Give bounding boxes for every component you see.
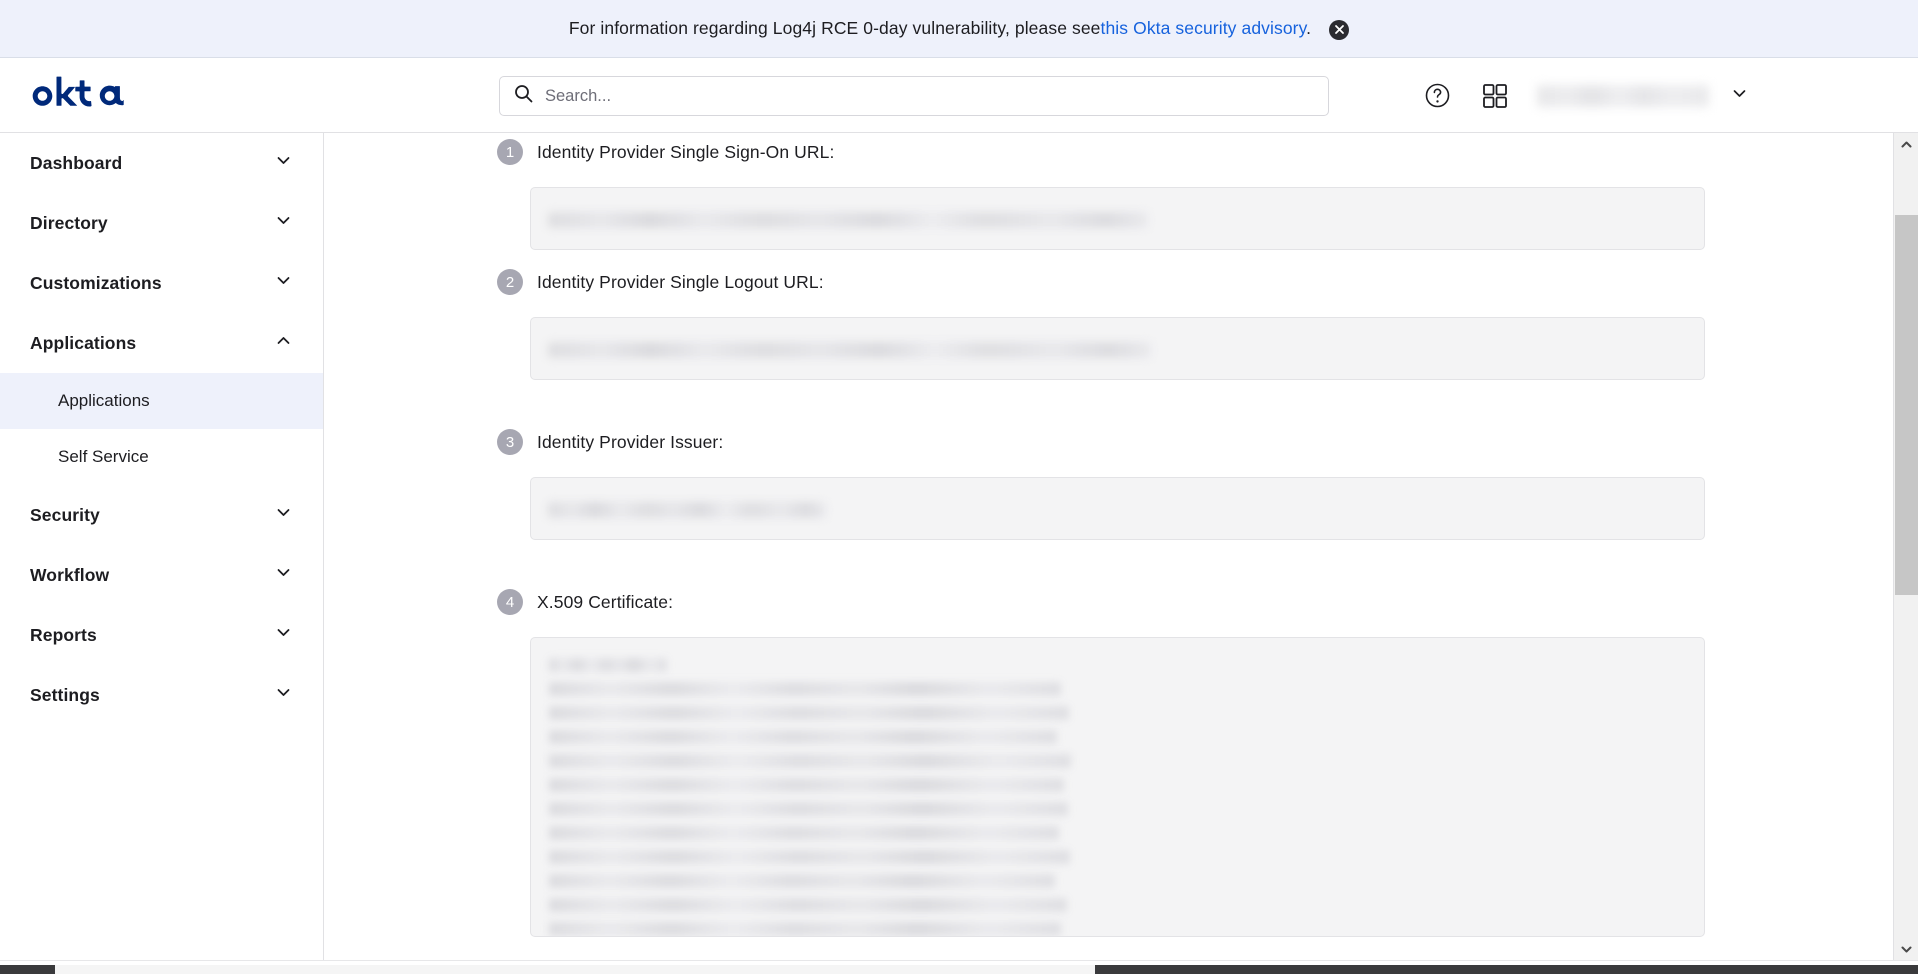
redacted-cert-line (549, 826, 1059, 840)
sidebar-item-reports[interactable]: Reports (0, 605, 323, 665)
field-identity-provider-slo-url: 2 Identity Provider Single Logout URL: (325, 269, 1893, 380)
redacted-cert-line (549, 778, 1064, 792)
banner-text-before: For information regarding Log4j RCE 0-da… (568, 18, 1101, 38)
redacted-cert-line (549, 730, 1057, 744)
sidebar-item-label: Customizations (30, 272, 162, 293)
redacted-cert-line (549, 898, 1067, 912)
field-value-readonly[interactable] (530, 477, 1705, 540)
sidebar-item-applications-sub[interactable]: Applications (0, 373, 323, 429)
redacted-cert-line (549, 802, 1068, 816)
scroll-thumb[interactable] (1895, 215, 1918, 595)
field-label: Identity Provider Issuer: (537, 431, 724, 452)
field-label-row: 3 Identity Provider Issuer: (325, 429, 1893, 455)
sidebar-navigation: Dashboard Directory Customizations Appli… (0, 133, 324, 974)
chevron-down-icon (274, 683, 293, 707)
sidebar-item-dashboard[interactable]: Dashboard (0, 133, 323, 193)
field-x509-certificate: 4 X.509 Certificate: (325, 589, 1893, 937)
user-menu[interactable] (1537, 84, 1748, 107)
banner-text-after: . (1306, 18, 1312, 38)
user-name-redacted (1537, 84, 1709, 107)
sidebar-item-label: Security (30, 504, 100, 525)
help-circle-icon[interactable] (1421, 80, 1453, 112)
step-number-badge: 2 (497, 269, 523, 295)
grid-apps-icon[interactable] (1479, 80, 1511, 112)
redacted-cert-line (549, 682, 1061, 696)
redacted-value (548, 502, 826, 518)
header-actions (1421, 58, 1748, 133)
field-label-row: 4 X.509 Certificate: (325, 589, 1893, 615)
app-header (0, 58, 1918, 133)
sidebar-item-self-service[interactable]: Self Service (0, 429, 323, 485)
scroll-up-arrow-icon[interactable] (1894, 133, 1918, 155)
sidebar-item-label: Applications (30, 332, 137, 353)
step-number-badge: 4 (497, 589, 523, 615)
sidebar-item-workflow[interactable]: Workflow (0, 545, 323, 605)
sidebar-item-label: Settings (30, 684, 100, 705)
field-value-readonly[interactable] (530, 317, 1705, 380)
redacted-cert-line (549, 754, 1071, 768)
step-number-badge: 1 (497, 139, 523, 165)
scroll-thumb[interactable] (55, 965, 1095, 974)
chevron-down-icon (274, 271, 293, 295)
redacted-cert-line (549, 922, 1061, 936)
redacted-cert-line (549, 706, 1069, 720)
okta-security-advisory-link[interactable]: this Okta security advisory (1101, 18, 1307, 38)
redacted-value (548, 212, 1148, 228)
redacted-value (548, 342, 1151, 358)
close-icon[interactable] (1329, 19, 1350, 40)
vertical-scrollbar[interactable] (1893, 133, 1918, 960)
field-value-readonly[interactable] (530, 187, 1705, 250)
chevron-down-icon (274, 503, 293, 527)
redacted-cert-line (549, 850, 1070, 864)
okta-logo[interactable] (28, 76, 133, 116)
redacted-cert-line (549, 874, 1055, 888)
field-label-row: 1 Identity Provider Single Sign-On URL: (325, 139, 1893, 165)
sidebar-subitem-label: Applications (58, 391, 150, 410)
step-number-badge: 3 (497, 429, 523, 455)
chevron-down-icon (274, 623, 293, 647)
chevron-down-icon (1731, 85, 1748, 107)
field-label-row: 2 Identity Provider Single Logout URL: (325, 269, 1893, 295)
field-label: X.509 Certificate: (537, 591, 674, 612)
field-identity-provider-issuer: 3 Identity Provider Issuer: (325, 429, 1893, 540)
chevron-down-icon (274, 211, 293, 235)
field-label: Identity Provider Single Logout URL: (537, 271, 824, 292)
scroll-down-arrow-icon[interactable] (1894, 938, 1918, 960)
sidebar-item-label: Directory (30, 212, 108, 233)
sidebar-item-label: Dashboard (30, 152, 123, 173)
sidebar-item-label: Workflow (30, 564, 110, 585)
saml-setup-instructions-panel: 1 Identity Provider Single Sign-On URL: … (325, 133, 1893, 960)
field-label: Identity Provider Single Sign-On URL: (537, 141, 835, 162)
sidebar-item-applications[interactable]: Applications (0, 313, 323, 373)
search-input[interactable] (545, 77, 1314, 115)
search-icon (514, 84, 533, 108)
global-search[interactable] (499, 76, 1329, 116)
redacted-cert-line (549, 658, 667, 672)
sidebar-item-customizations[interactable]: Customizations (0, 253, 323, 313)
certificate-value-readonly[interactable] (530, 637, 1705, 937)
sidebar-subitem-label: Self Service (58, 447, 149, 466)
chevron-down-icon (274, 563, 293, 587)
horizontal-scrollbar[interactable] (0, 960, 1918, 974)
sidebar-item-settings[interactable]: Settings (0, 665, 323, 725)
chevron-up-icon (274, 331, 293, 355)
sidebar-item-security[interactable]: Security (0, 485, 323, 545)
security-advisory-banner: For information regarding Log4j RCE 0-da… (0, 0, 1918, 58)
sidebar-item-directory[interactable]: Directory (0, 193, 323, 253)
field-identity-provider-sso-url: 1 Identity Provider Single Sign-On URL: (325, 139, 1893, 250)
chevron-down-icon (274, 151, 293, 175)
banner-message: For information regarding Log4j RCE 0-da… (569, 18, 1311, 39)
sidebar-item-label: Reports (30, 624, 97, 645)
